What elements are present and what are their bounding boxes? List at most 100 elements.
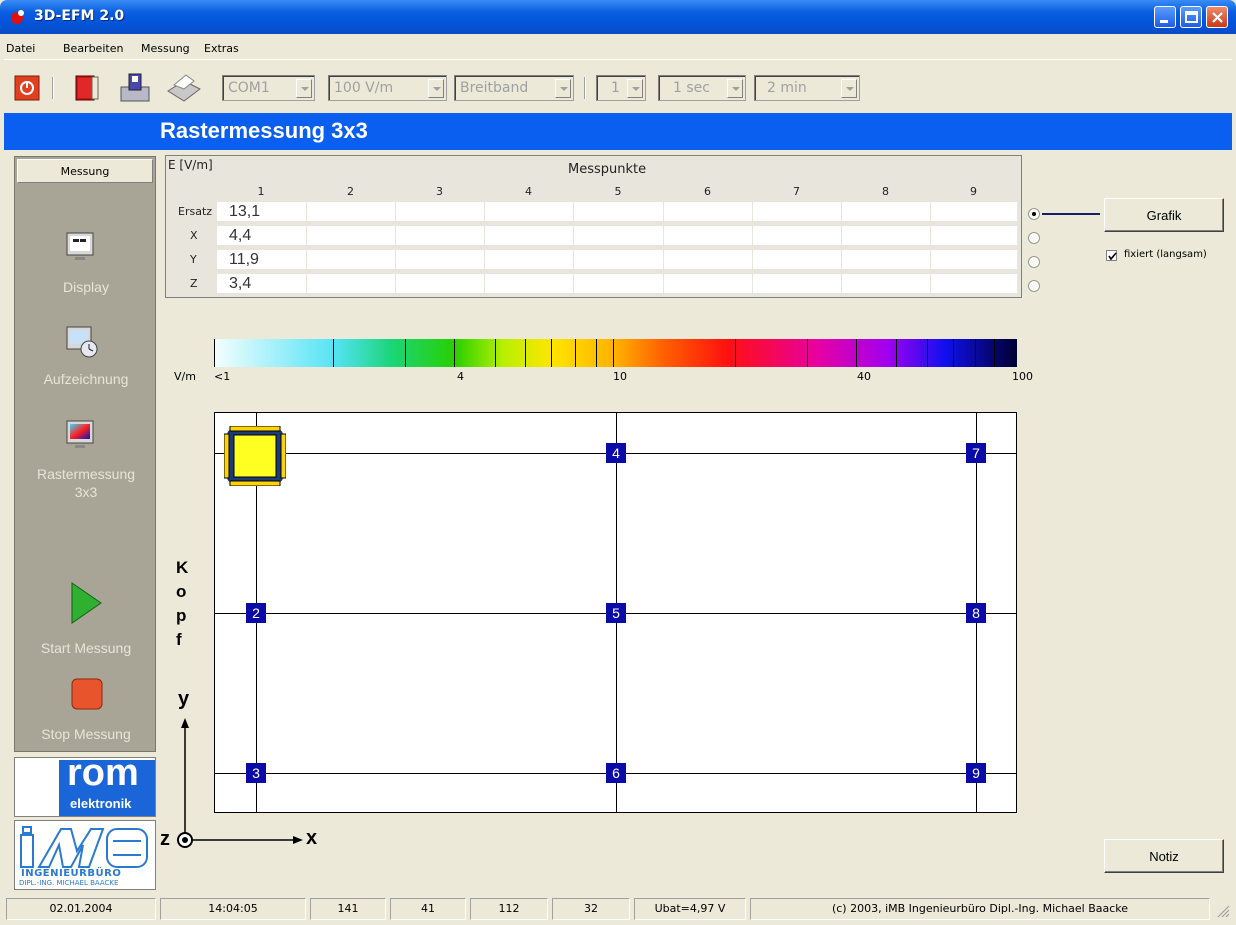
- grid-point-4[interactable]: 4: [606, 443, 626, 463]
- close-button[interactable]: [1206, 6, 1228, 28]
- measurement-table: E [V/m] Messpunkte 1 2 3 4 5 6 7 8 9 Ersatz 13,1 X…: [165, 155, 1022, 298]
- scale-tick: [495, 339, 496, 367]
- grid-point-6[interactable]: 6: [606, 763, 626, 783]
- recording-clock-icon[interactable]: [65, 325, 99, 359]
- sidebar-item-rastermessung[interactable]: Rastermessung: [15, 466, 157, 482]
- interval-select[interactable]: 1 sec: [658, 75, 746, 101]
- status-value-2: 41: [390, 898, 466, 920]
- fixiert-checkbox[interactable]: [1106, 250, 1117, 261]
- menu-bar: Datei Bearbeiten Messung Extras: [4, 34, 1232, 60]
- chevron-down-icon: [555, 79, 571, 98]
- grid-point-5[interactable]: 5: [606, 603, 626, 623]
- table-cell: [485, 274, 573, 293]
- stop-icon[interactable]: [70, 677, 104, 711]
- duration-select-value: 2 min: [767, 80, 807, 96]
- scale-label-40: 40: [857, 370, 871, 383]
- table-cell: [307, 226, 395, 245]
- duration-select[interactable]: 2 min: [754, 75, 860, 101]
- grid-point-2[interactable]: 2: [246, 603, 266, 623]
- table-unit-label: E [V/m]: [168, 158, 213, 172]
- scale-tick: [405, 339, 406, 367]
- menu-extras[interactable]: Extras: [204, 42, 239, 55]
- row-radio-ersatz[interactable]: [1028, 208, 1040, 220]
- table-column-header: 1: [257, 185, 265, 198]
- status-ubat: Ubat=4,97 V: [634, 898, 746, 920]
- play-icon[interactable]: [69, 581, 103, 625]
- save-disk-icon[interactable]: [117, 71, 153, 105]
- power-button[interactable]: [14, 75, 40, 101]
- table-cell: [574, 202, 663, 221]
- imb-logo-line1: INGENIEURBÜRO: [21, 868, 122, 879]
- scale-tick: [525, 339, 526, 367]
- resize-grip-icon[interactable]: [1216, 904, 1230, 918]
- raster-monitor-icon[interactable]: [65, 419, 95, 449]
- table-cell: 3,4: [217, 274, 306, 293]
- row-radio-x[interactable]: [1028, 232, 1040, 244]
- stop-messung-button[interactable]: Stop Messung: [15, 726, 157, 742]
- table-column-header: 2: [347, 185, 354, 198]
- table-cell: [931, 274, 1017, 293]
- sidebar-item-display[interactable]: Display: [15, 279, 157, 295]
- table-column-header: 4: [525, 185, 532, 198]
- table-cell: [842, 250, 930, 269]
- table-cell: [753, 274, 841, 293]
- fixiert-label: fixiert (langsam): [1124, 249, 1207, 260]
- rom-logo-text: rom: [67, 752, 139, 794]
- scale-tick: [896, 339, 897, 367]
- count-select[interactable]: 1: [596, 75, 646, 101]
- menu-datei[interactable]: Datei: [6, 42, 35, 55]
- scale-tick: [333, 339, 334, 367]
- chevron-down-icon: [428, 79, 444, 98]
- selection-connector-line: [1042, 213, 1100, 215]
- axis-z-label: z: [160, 828, 170, 850]
- book-icon[interactable]: [70, 71, 104, 105]
- grid-point-8[interactable]: 8: [966, 603, 986, 623]
- table-row-label: Y: [190, 253, 197, 266]
- table-cell: [396, 202, 484, 221]
- start-messung-button[interactable]: Start Messung: [15, 640, 157, 656]
- table-cell: [574, 274, 663, 293]
- grafik-button[interactable]: Grafik: [1104, 198, 1224, 232]
- imb-logo-line2: DIPL.-ING. MICHAEL BAACKE: [19, 879, 119, 887]
- menu-bearbeiten[interactable]: Bearbeiten: [63, 42, 123, 55]
- table-cell: [931, 202, 1017, 221]
- table-column-header: 9: [970, 185, 977, 198]
- monitor-icon[interactable]: [65, 231, 95, 261]
- scale-label-min: <1: [214, 370, 231, 383]
- notiz-button[interactable]: Notiz: [1104, 839, 1224, 873]
- rom-elektronik-logo: rom elektronik: [14, 752, 156, 817]
- sidebar-item-aufzeichnung[interactable]: Aufzeichnung: [15, 371, 157, 387]
- close-icon: [1212, 12, 1223, 23]
- table-column-header: 3: [436, 185, 443, 198]
- sidebar-tab-messung[interactable]: Messung: [17, 159, 153, 183]
- maximize-button[interactable]: [1180, 6, 1202, 28]
- grid-point-7[interactable]: 7: [966, 443, 986, 463]
- table-cell: [664, 274, 752, 293]
- window-title: 3D-EFM 2.0: [34, 8, 125, 24]
- table-cell: [485, 202, 573, 221]
- scale-tick: [596, 339, 597, 367]
- table-cell: [664, 250, 752, 269]
- port-select[interactable]: COM1: [222, 75, 315, 101]
- axis-x-label: x: [306, 827, 318, 849]
- chevron-down-icon: [727, 79, 743, 98]
- band-select[interactable]: Breitband: [454, 75, 574, 101]
- status-value-3: 112: [470, 898, 548, 920]
- table-cell: [485, 250, 573, 269]
- range-select[interactable]: 100 V/m: [328, 75, 447, 101]
- scale-tick: [953, 339, 954, 367]
- imb-logo-mark: [20, 826, 148, 868]
- menu-messung[interactable]: Messung: [141, 42, 190, 55]
- row-radio-y[interactable]: [1028, 256, 1040, 268]
- table-cell: [842, 202, 930, 221]
- scale-tick: [975, 339, 976, 367]
- row-radio-z[interactable]: [1028, 280, 1040, 292]
- table-cell: 11,9: [217, 250, 306, 269]
- table-cell: [753, 226, 841, 245]
- app-icon: [11, 10, 24, 24]
- axis-indicator: [177, 718, 303, 848]
- printer-icon[interactable]: [164, 71, 202, 105]
- minimize-button[interactable]: [1154, 6, 1176, 28]
- grid-point-9[interactable]: 9: [966, 763, 986, 783]
- range-select-value: 100 V/m: [334, 80, 394, 96]
